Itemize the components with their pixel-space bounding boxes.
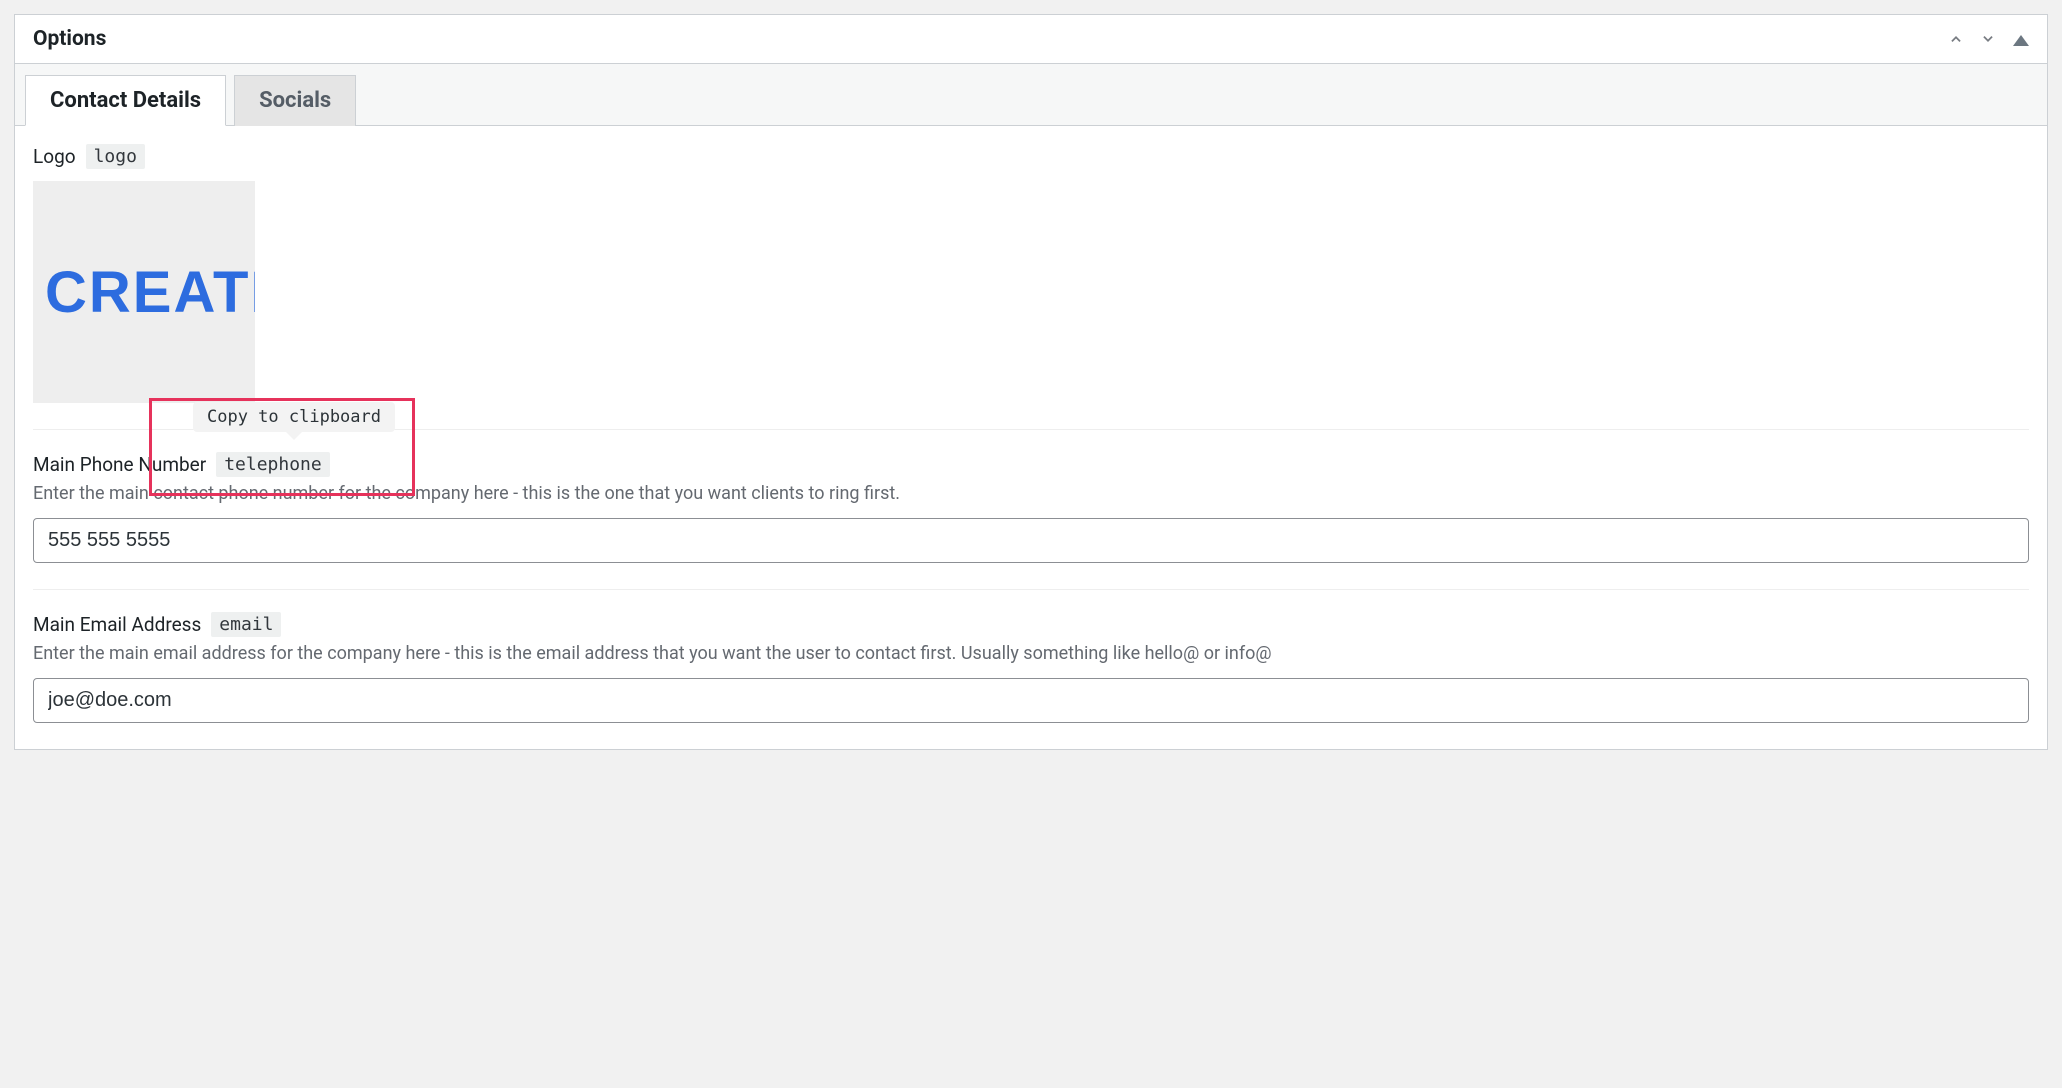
tab-contact-details[interactable]: Contact Details (25, 75, 226, 126)
field-slug-badge[interactable]: telephone (216, 452, 330, 477)
collapse-panel-icon[interactable] (2013, 30, 2029, 49)
field-email: Main Email Address email Enter the main … (33, 589, 2029, 749)
field-logo: Logo logo CREATIV (33, 144, 2029, 429)
options-panel: Options Contact Details Socials (14, 14, 2048, 750)
field-label: Main Phone Number (33, 453, 206, 476)
tab-label: Socials (259, 88, 331, 113)
tab-label: Contact Details (50, 88, 201, 113)
field-phone: Main Phone Number telephone Copy to clip… (33, 429, 2029, 589)
tab-content: Logo logo CREATIV Main Phone Number tele… (15, 126, 2047, 749)
tab-socials[interactable]: Socials (234, 75, 356, 126)
tooltip-text: Copy to clipboard (207, 407, 381, 427)
email-input[interactable] (33, 678, 2029, 723)
panel-title: Options (33, 27, 106, 51)
panel-header: Options (15, 15, 2047, 64)
tabs-bar: Contact Details Socials (15, 64, 2047, 126)
logo-text: CREATIV (45, 259, 255, 326)
panel-header-controls (1949, 30, 2029, 49)
field-slug-badge[interactable]: email (211, 612, 281, 637)
field-label: Main Email Address (33, 613, 201, 636)
field-label: Logo (33, 145, 76, 168)
field-slug-badge[interactable]: logo (86, 144, 145, 169)
field-help-text: Enter the main email address for the com… (33, 643, 2029, 664)
logo-image-preview[interactable]: CREATIV (33, 181, 255, 403)
copy-tooltip: Copy to clipboard (193, 402, 395, 432)
move-up-icon[interactable] (1949, 30, 1963, 49)
move-down-icon[interactable] (1981, 30, 1995, 49)
phone-input[interactable] (33, 518, 2029, 563)
field-help-text: Enter the main contact phone number for … (33, 483, 2029, 504)
